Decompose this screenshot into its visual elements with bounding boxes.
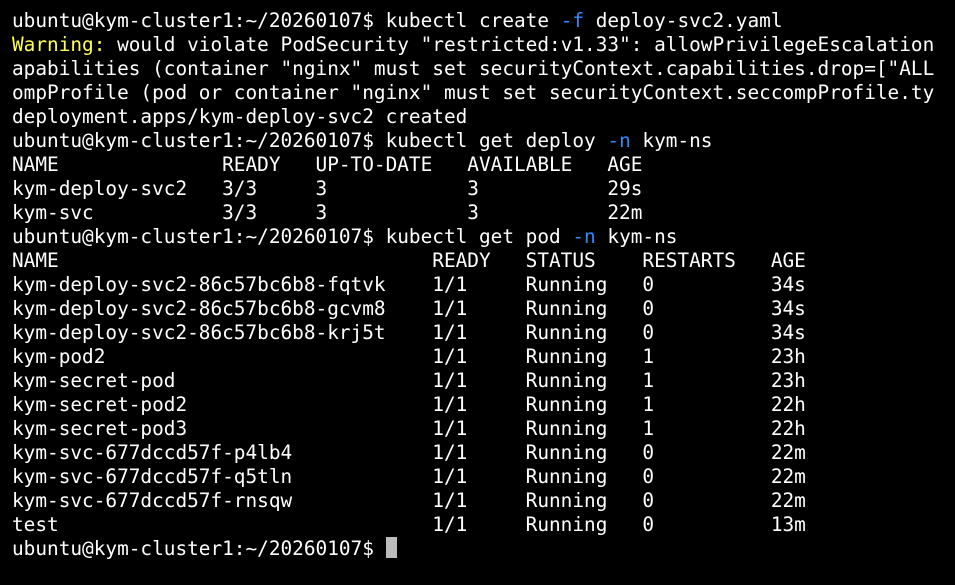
cursor-block[interactable] — [385, 537, 397, 558]
terminal-window[interactable]: ubuntu@kym-cluster1:~/20260107$ kubectl … — [0, 0, 955, 585]
terminal-text: kym-deploy-svc2-86c57bc6b8-gcvm8 1/1 Run… — [12, 297, 806, 320]
terminal-text: kym-svc-677dccd57f-p4lb4 1/1 Running 0 2… — [12, 441, 806, 464]
terminal-line: ubuntu@kym-cluster1:~/20260107$ kubectl … — [12, 9, 955, 33]
terminal-text: would violate PodSecurity "restricted:v1… — [105, 33, 935, 56]
terminal-text: NAME READY UP-TO-DATE AVAILABLE AGE — [12, 153, 643, 176]
terminal-text: kym-secret-pod2 1/1 Running 1 22h — [12, 393, 806, 416]
terminal-line: kym-secret-pod2 1/1 Running 1 22h — [12, 393, 955, 417]
terminal-text: ubuntu@kym-cluster1:~/20260107$ kubectl … — [12, 9, 561, 32]
terminal-line: ubuntu@kym-cluster1:~/20260107$ kubectl … — [12, 129, 955, 153]
terminal-text: ubuntu@kym-cluster1:~/20260107$ kubectl … — [12, 225, 573, 248]
terminal-text: NAME READY STATUS RESTARTS AGE — [12, 249, 806, 272]
terminal-line: NAME READY UP-TO-DATE AVAILABLE AGE — [12, 153, 955, 177]
terminal-text: kym-svc 3/3 3 3 22m — [12, 201, 643, 224]
terminal-line: kym-secret-pod 1/1 Running 1 23h — [12, 369, 955, 393]
command-flag: -n — [607, 129, 631, 152]
terminal-text: ubuntu@kym-cluster1:~/20260107$ kubectl … — [12, 129, 608, 152]
terminal-text: kym-ns — [630, 129, 713, 152]
terminal-text: kym-deploy-svc2 3/3 3 3 29s — [12, 177, 643, 200]
command-flag: -f — [560, 9, 585, 32]
terminal-line: Warning: would violate PodSecurity "rest… — [12, 33, 955, 57]
terminal-line: kym-svc-677dccd57f-q5tln 1/1 Running 0 2… — [12, 465, 955, 489]
terminal-text: kym-secret-pod3 1/1 Running 1 22h — [12, 417, 806, 440]
terminal-line: ubuntu@kym-cluster1:~/20260107$ kubectl … — [12, 225, 955, 249]
terminal-text: kym-deploy-svc2-86c57bc6b8-krj5t 1/1 Run… — [12, 321, 806, 344]
terminal-text: deploy-svc2.yaml — [584, 9, 783, 32]
terminal-text: kym-svc-677dccd57f-q5tln 1/1 Running 0 2… — [12, 465, 806, 488]
terminal-output: ubuntu@kym-cluster1:~/20260107$ kubectl … — [12, 9, 955, 561]
terminal-text: kym-svc-677dccd57f-rnsqw 1/1 Running 0 2… — [12, 489, 806, 512]
terminal-line: apabilities (container "nginx" must set … — [12, 57, 955, 81]
terminal-line: deployment.apps/kym-deploy-svc2 created — [12, 105, 955, 129]
terminal-line: kym-svc-677dccd57f-p4lb4 1/1 Running 0 2… — [12, 441, 955, 465]
right-edge — [949, 0, 955, 585]
prompt-line: ubuntu@kym-cluster1:~/20260107$ — [12, 537, 955, 561]
terminal-line: kym-deploy-svc2 3/3 3 3 29s — [12, 177, 955, 201]
terminal-line: kym-svc 3/3 3 3 22m — [12, 201, 955, 225]
warning-label: Warning: — [12, 33, 106, 56]
terminal-text: test 1/1 Running 0 13m — [12, 513, 806, 536]
bottom-edge — [0, 577, 955, 585]
terminal-text: kym-pod2 1/1 Running 1 23h — [12, 345, 806, 368]
terminal-line: kym-deploy-svc2-86c57bc6b8-gcvm8 1/1 Run… — [12, 297, 955, 321]
terminal-line: NAME READY STATUS RESTARTS AGE — [12, 249, 955, 273]
terminal-text: kym-deploy-svc2-86c57bc6b8-fqtvk 1/1 Run… — [12, 273, 806, 296]
terminal-line: kym-deploy-svc2-86c57bc6b8-krj5t 1/1 Run… — [12, 321, 955, 345]
terminal-line: kym-deploy-svc2-86c57bc6b8-fqtvk 1/1 Run… — [12, 273, 955, 297]
terminal-text: kym-secret-pod 1/1 Running 1 23h — [12, 369, 806, 392]
terminal-line: kym-pod2 1/1 Running 1 23h — [12, 345, 955, 369]
terminal-line: kym-svc-677dccd57f-rnsqw 1/1 Running 0 2… — [12, 489, 955, 513]
terminal-line: test 1/1 Running 0 13m — [12, 513, 955, 537]
terminal-text: deployment.apps/kym-deploy-svc2 created — [12, 105, 468, 128]
terminal-text: ompProfile (pod or container "nginx" mus… — [12, 81, 935, 104]
terminal-text: ubuntu@kym-cluster1:~/20260107$ — [12, 537, 386, 560]
terminal-line: ompProfile (pod or container "nginx" mus… — [12, 81, 955, 105]
terminal-text: kym-ns — [595, 225, 678, 248]
terminal-line: kym-secret-pod3 1/1 Running 1 22h — [12, 417, 955, 441]
terminal-text: apabilities (container "nginx" must set … — [12, 57, 935, 80]
command-flag: -n — [572, 225, 596, 248]
